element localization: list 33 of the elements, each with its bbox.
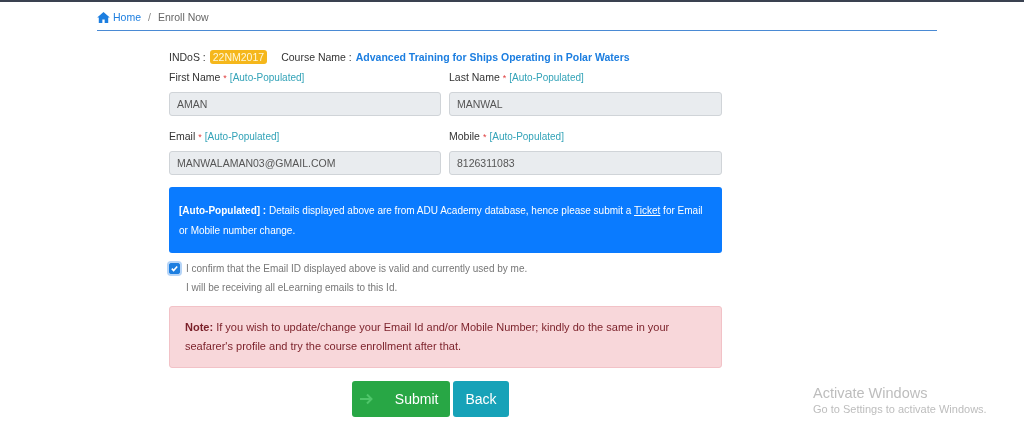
required-mark: * (198, 132, 202, 142)
ticket-link[interactable]: Ticket (634, 205, 661, 216)
required-mark: * (223, 73, 227, 83)
auto-populated-hint: [Auto-Populated] (229, 72, 305, 83)
required-mark: * (502, 73, 507, 83)
indos-badge: 22NM2017 (209, 50, 268, 64)
input-field[interactable]: AMAN (169, 92, 441, 116)
home-link[interactable]: Home (97, 11, 141, 23)
auto-populated-hint: [Auto-Populated] (204, 131, 280, 142)
course-name: Advanced Training for Ships Operating in Polar Waters (355, 51, 630, 63)
input-field[interactable]: 8126311083 (449, 151, 722, 175)
confirm-text: I will be receiving all eLearning emails to this Id. (186, 281, 399, 294)
activation-text: Go to Settings to activate Windows. (813, 403, 987, 415)
input-field[interactable]: MANWAL (449, 92, 722, 116)
info-text: [Auto-Populated] : Details displayed above are from ADU Academy database, hence please submit a Ticket for Email or Mobile number change. (179, 204, 704, 238)
auto-populated-hint: [Auto-Populated] (509, 72, 584, 83)
breadcrumb-separator: / (148, 11, 151, 23)
note-text: Note: If you wish to update/change your Email Id and/or Mobile Number; kindly do the same in your seafarer's profile and try the course enrollment after that. (185, 320, 671, 354)
input-field[interactable]: MANWALAMAN03@GMAIL.COM (169, 151, 441, 175)
course-name-label: Course Name : (281, 51, 352, 63)
field-label: Email (169, 130, 196, 142)
indos-label: INDoS : (169, 51, 206, 63)
arrow-icon (360, 393, 375, 405)
breadcrumb-current: Enroll Now (157, 11, 209, 23)
auto-populated-hint: [Auto-Populated] (489, 131, 564, 142)
confirm-text: I confirm that the Email ID displayed above is valid and currently used by me. (186, 262, 528, 275)
field-label: First Name (169, 71, 221, 83)
field-label: Mobile (449, 130, 480, 142)
required-mark: * (482, 132, 487, 142)
home-icon (97, 11, 110, 23)
field-label: Last Name (449, 71, 500, 83)
confirm-checkbox[interactable] (169, 263, 180, 274)
activation-title: Activate Windows (813, 385, 929, 401)
